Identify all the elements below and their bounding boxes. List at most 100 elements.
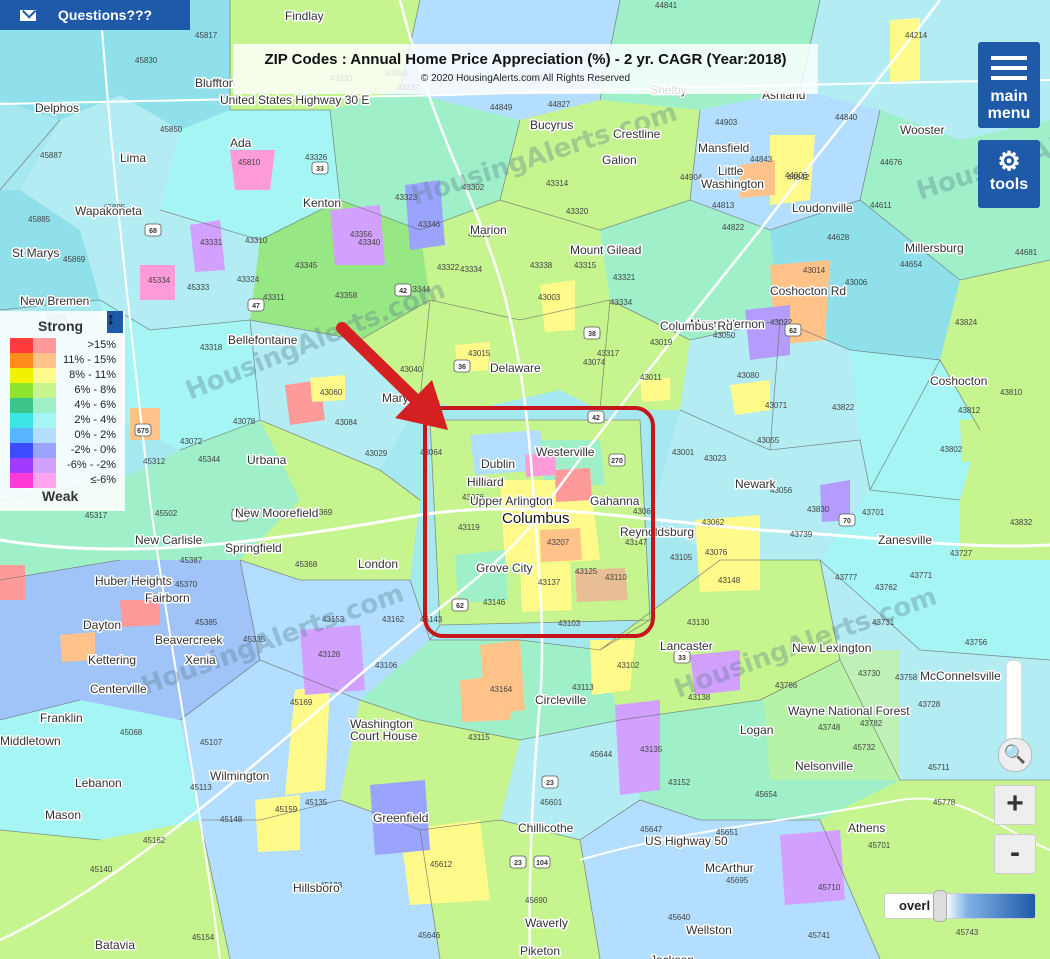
zoom-slider-handle[interactable]: 🔍: [998, 738, 1032, 772]
zip-code-label: 44813: [712, 201, 735, 210]
zip-code-label: 45344: [198, 455, 221, 464]
place-label: McConnelsville: [920, 669, 1001, 683]
place-label: Zanesville: [878, 533, 932, 547]
zip-code-label: 43135: [640, 745, 663, 754]
zip-code-label: 43103: [558, 619, 581, 628]
questions-button[interactable]: Questions???: [0, 0, 190, 30]
envelope-icon: [20, 9, 36, 21]
zip-code-label: 44681: [1015, 248, 1038, 257]
zoom-out-button[interactable]: -: [994, 834, 1036, 874]
overlay-opacity-slider[interactable]: overl: [884, 890, 1036, 922]
gear-icon: ⚙: [997, 146, 1021, 176]
city-label-columbus: Columbus: [502, 510, 570, 527]
zoom-slider-track[interactable]: [1006, 660, 1022, 748]
zip-code-label: 43125: [575, 567, 598, 576]
zip-code-label: 44827: [548, 100, 571, 109]
zip-code-label: 43318: [200, 343, 223, 352]
legend-swatch-light: [33, 398, 56, 413]
menu-label-2: menu: [987, 105, 1031, 122]
zip-code-label: 43023: [704, 454, 727, 463]
route-shield: 33: [311, 161, 329, 175]
place-label: Waverly: [525, 916, 568, 930]
zip-code-label: 45690: [525, 896, 548, 905]
zip-code-label: 45333: [187, 283, 210, 292]
zip-code-label: 43771: [910, 571, 933, 580]
tools-label: tools: [989, 176, 1029, 193]
zoom-in-button[interactable]: +: [994, 785, 1036, 825]
zip-code-label: 43321: [613, 273, 636, 282]
place-label: Athens: [848, 821, 885, 835]
zip-code-label: 44676: [880, 158, 903, 167]
place-label: Loudonville: [792, 201, 853, 215]
zip-code-label: 45135: [305, 798, 328, 807]
zip-code-label: 43317: [597, 349, 620, 358]
zip-code-label: 44611: [870, 201, 892, 210]
legend-swatch: [10, 443, 33, 458]
place-label: London: [358, 557, 398, 571]
zip-code-label: 45385: [195, 618, 218, 627]
legend-toggle-button[interactable]: ↕: [107, 311, 123, 333]
menu-label-1: main: [990, 88, 1028, 105]
road-label: Columbus Rd: [660, 319, 733, 333]
zip-code-label: 43019: [650, 338, 673, 347]
place-label: New Bremen: [20, 294, 89, 308]
place-label: Court House: [350, 729, 418, 743]
zip-code-label: 45107: [200, 738, 223, 747]
svg-text:23: 23: [546, 780, 554, 787]
place-label: McArthur: [705, 861, 754, 875]
zip-code-label: 43802: [940, 445, 963, 454]
place-label: Mason: [45, 808, 81, 822]
svg-text:70: 70: [843, 518, 851, 525]
route-shield: 47: [247, 298, 265, 312]
zip-code-label: 43320: [566, 207, 589, 216]
zip-code-label: 45869: [63, 255, 86, 264]
zip-code-label: 43076: [705, 548, 728, 557]
zip-code-label: 43315: [574, 261, 597, 270]
map-title: ZIP Codes : Annual Home Price Appreciati…: [264, 51, 787, 68]
zip-code-label: 43006: [845, 278, 868, 287]
place-label: Hilliard: [467, 475, 504, 489]
legend-swatch-light: [33, 443, 56, 458]
zip-code-label: 45317: [85, 511, 108, 520]
route-shield: 42: [587, 410, 605, 424]
legend-swatch-light: [33, 413, 56, 428]
zip-code-label: 45695: [726, 876, 749, 885]
route-shield: 38: [583, 326, 601, 340]
svg-text:47: 47: [252, 303, 260, 310]
zip-code-label: 45646: [418, 931, 441, 940]
zip-code-label: 43314: [546, 179, 569, 188]
map-title-box: ZIP Codes : Annual Home Price Appreciati…: [233, 44, 818, 94]
zip-code-label: 43311: [263, 293, 285, 302]
overlay-slider-knob[interactable]: [933, 890, 947, 922]
place-label: Urbana: [247, 453, 287, 467]
zip-code-label: 43060: [320, 388, 343, 397]
zip-code-label: 43055: [757, 436, 780, 445]
zip-code-label: 45830: [135, 56, 158, 65]
zip-code-label: 43062: [702, 518, 725, 527]
zip-code-label: 43040: [400, 365, 423, 374]
legend-panel: Strong Weak >15% 11% - 15% 8% - 11% 6% - 8%…: [0, 311, 125, 511]
zip-code-label: 45140: [90, 865, 113, 874]
legend-swatch-light: [33, 338, 56, 353]
zip-code-label: 45169: [290, 698, 313, 707]
main-menu-button[interactable]: main menu: [978, 42, 1040, 128]
place-label: Franklin: [40, 711, 83, 725]
tools-button[interactable]: ⚙ tools: [978, 140, 1040, 208]
place-label: Bucyrus: [530, 118, 573, 132]
place-label: Batavia: [95, 938, 135, 952]
zip-code-label: 45810: [238, 158, 261, 167]
place-label: Greenfield: [373, 811, 428, 825]
place-label: Huber Heights: [95, 574, 172, 588]
zip-choropleth-map[interactable]: 43015430744300343040433444333843302 43314…: [0, 0, 1050, 959]
route-shield: 675: [134, 423, 152, 437]
zip-code-label: 43812: [958, 406, 981, 415]
place-label: Reynoldsburg: [620, 525, 694, 539]
svg-text:42: 42: [592, 415, 600, 422]
zip-code-label: 45710: [818, 883, 841, 892]
zip-code-label: 45113: [190, 783, 212, 792]
zip-code-label: 45654: [755, 790, 778, 799]
place-label: Washington: [701, 177, 764, 191]
route-shield: 23: [541, 775, 559, 789]
legend-strong-label: Strong: [38, 318, 84, 334]
zip-code-label: 45068: [120, 728, 143, 737]
